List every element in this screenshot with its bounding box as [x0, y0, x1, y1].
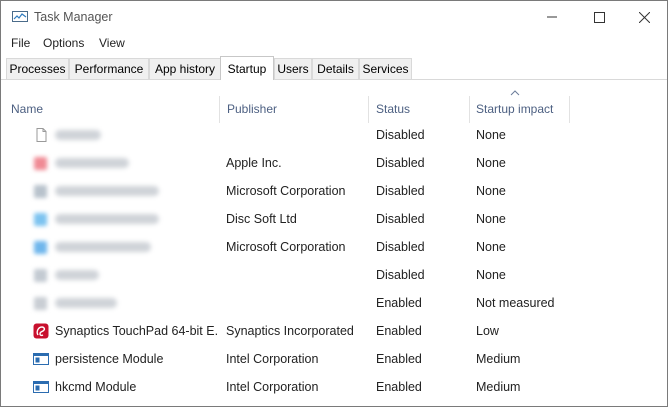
gray-app-icon — [34, 269, 47, 282]
column-divider[interactable] — [569, 96, 570, 123]
task-manager-icon — [12, 11, 28, 22]
impact-cell: Medium — [476, 352, 521, 366]
status-cell: Enabled — [376, 352, 422, 366]
impact-cell: None — [476, 128, 506, 142]
close-button[interactable] — [621, 1, 667, 33]
menu-view[interactable]: View — [99, 36, 125, 50]
table-row[interactable]: Apple Inc. Disabled None — [1, 149, 667, 177]
obscured-name — [55, 186, 159, 196]
module-window-icon — [33, 353, 49, 365]
minimize-icon — [547, 16, 557, 18]
publisher-cell — [226, 289, 366, 317]
column-header-status[interactable]: Status — [376, 95, 469, 123]
status-cell: Disabled — [376, 212, 425, 226]
status-cell: Enabled — [376, 296, 422, 310]
table-row[interactable]: Disabled None — [1, 121, 667, 149]
name-cell: hkcmd Module — [55, 380, 137, 394]
column-divider[interactable] — [469, 96, 470, 123]
publisher-cell: Synaptics Incorporated — [226, 324, 354, 338]
publisher-cell: Microsoft Corporation — [226, 240, 346, 254]
menu-options[interactable]: Options — [43, 36, 84, 50]
column-divider[interactable] — [368, 96, 369, 123]
column-divider[interactable] — [219, 96, 220, 123]
menu-file[interactable]: File — [11, 36, 30, 50]
publisher-cell — [226, 121, 366, 149]
close-icon — [638, 11, 650, 23]
obscured-name — [55, 214, 159, 224]
task-manager-window: Task Manager File Options View Processes… — [0, 0, 668, 407]
name-cell: Synaptics TouchPad 64-bit E... — [55, 324, 217, 338]
menu-bar: File Options View — [1, 33, 667, 54]
impact-cell: None — [476, 184, 506, 198]
impact-cell: Medium — [476, 380, 521, 394]
tab-strip: Processes Performance App history Startu… — [1, 56, 667, 80]
status-cell: Disabled — [376, 268, 425, 282]
status-cell: Disabled — [376, 240, 425, 254]
table-row[interactable]: Disc Soft Ltd Disabled None — [1, 205, 667, 233]
table-row[interactable]: Enabled Not measured — [1, 289, 667, 317]
table-row[interactable]: Synaptics TouchPad 64-bit E... Synaptics… — [1, 317, 667, 345]
tab-startup[interactable]: Startup — [220, 56, 274, 80]
blue-app-icon — [34, 213, 47, 226]
module-window-icon — [33, 381, 49, 393]
table-row[interactable]: Microsoft Corporation Disabled None — [1, 177, 667, 205]
publisher-cell — [226, 261, 366, 289]
obscured-name — [55, 270, 99, 280]
status-cell: Enabled — [376, 324, 422, 338]
impact-cell: None — [476, 156, 506, 170]
publisher-cell: Intel Corporation — [226, 380, 319, 394]
obscured-name — [55, 242, 151, 252]
impact-cell: Low — [476, 324, 499, 338]
table-row[interactable]: Disabled None — [1, 261, 667, 289]
obscured-name — [55, 130, 101, 140]
table-row[interactable]: Microsoft Corporation Disabled None — [1, 233, 667, 261]
red-app-icon — [34, 157, 47, 170]
impact-cell: Not measured — [476, 296, 555, 310]
status-cell: Disabled — [376, 128, 425, 142]
tab-services[interactable]: Services — [359, 58, 412, 79]
impact-cell: None — [476, 240, 506, 254]
tab-divider — [1, 79, 667, 80]
status-cell: Disabled — [376, 184, 425, 198]
name-cell: persistence Module — [55, 352, 164, 366]
tab-processes[interactable]: Processes — [6, 58, 69, 79]
publisher-cell: Disc Soft Ltd — [226, 212, 297, 226]
minimize-button[interactable] — [529, 1, 575, 33]
table-row[interactable]: persistence Module Intel Corporation Ena… — [1, 345, 667, 373]
status-cell: Disabled — [376, 156, 425, 170]
column-header-startup-impact[interactable]: Startup impact — [476, 95, 569, 123]
maximize-button[interactable] — [576, 1, 622, 33]
gray-app-icon — [34, 185, 47, 198]
obscured-name — [55, 158, 129, 168]
publisher-cell: Apple Inc. — [226, 156, 282, 170]
tab-details[interactable]: Details — [312, 58, 359, 79]
tab-app-history[interactable]: App history — [149, 58, 221, 79]
publisher-cell: Microsoft Corporation — [226, 184, 346, 198]
maximize-icon — [593, 11, 605, 23]
impact-cell: None — [476, 268, 506, 282]
blank-file-icon — [36, 128, 47, 142]
column-header-name[interactable]: Name — [11, 95, 219, 123]
title-bar[interactable]: Task Manager — [1, 1, 667, 33]
blue-app-icon — [34, 241, 47, 254]
obscured-name — [55, 298, 117, 308]
publisher-cell: Intel Corporation — [226, 352, 319, 366]
window-title: Task Manager — [34, 10, 113, 24]
status-cell: Enabled — [376, 380, 422, 394]
impact-cell: None — [476, 212, 506, 226]
gray-app-icon — [34, 297, 47, 310]
column-header-publisher[interactable]: Publisher — [227, 95, 369, 123]
table-row[interactable]: hkcmd Module Intel Corporation Enabled M… — [1, 373, 667, 401]
tab-users[interactable]: Users — [274, 58, 312, 79]
synaptics-icon — [33, 323, 49, 339]
tab-performance[interactable]: Performance — [69, 58, 149, 79]
